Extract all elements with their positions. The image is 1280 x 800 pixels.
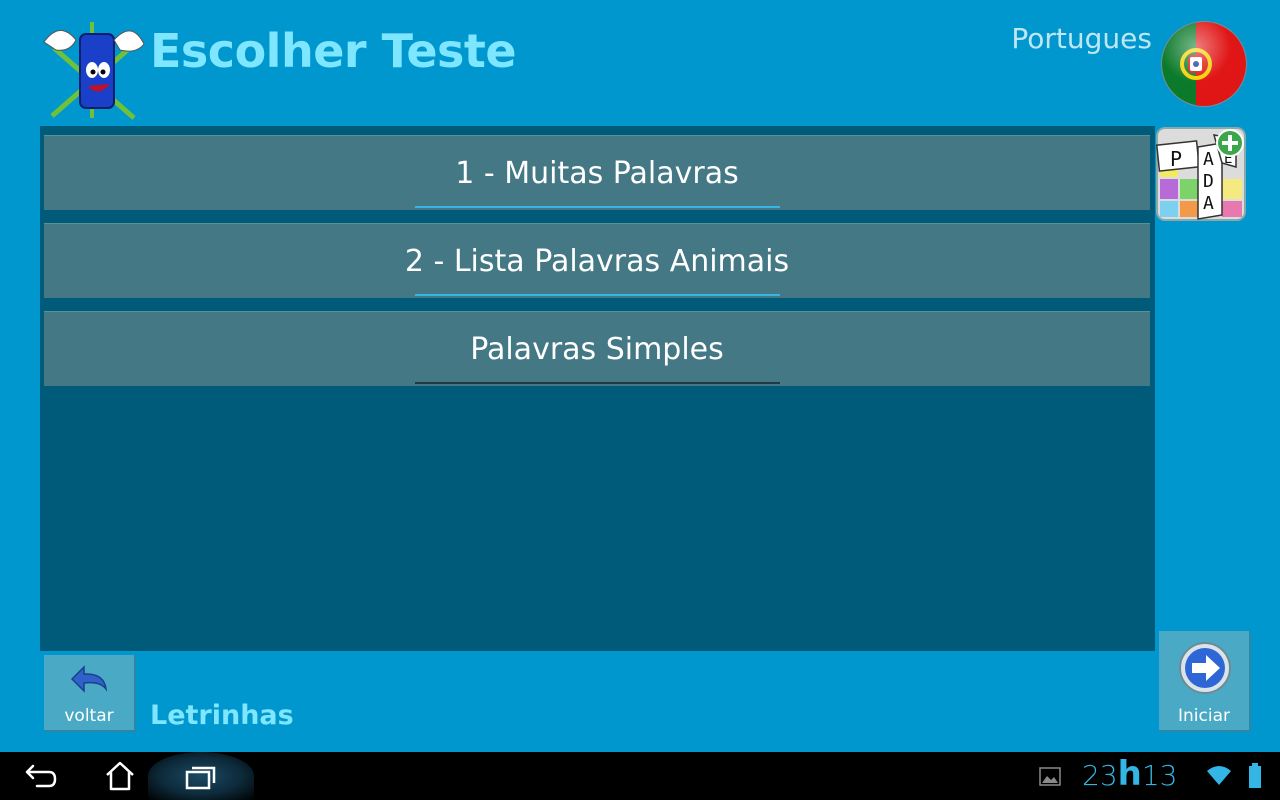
wifi-icon <box>1207 766 1231 785</box>
image-notification-icon[interactable] <box>1039 767 1061 787</box>
status-clock: 23h13 <box>1082 754 1178 794</box>
list-item-underline <box>415 206 780 208</box>
svg-text:P: P <box>1170 147 1182 171</box>
page-title: Escolher Teste <box>150 24 517 78</box>
svg-text:D: D <box>1203 171 1214 192</box>
clock-minute: 13 <box>1141 759 1178 792</box>
list-item-test-3[interactable]: Palavras Simples <box>44 311 1150 386</box>
app-screen: Escolher Teste Portugues 1 - Muitas Pala… <box>0 0 1280 752</box>
list-item-underline <box>415 294 780 296</box>
home-nav-icon[interactable] <box>95 758 145 794</box>
portugal-flag-icon[interactable] <box>1160 20 1248 108</box>
clock-hour: 23 <box>1082 759 1118 792</box>
word-puzzle-app-icon[interactable]: P A D A Z E <box>1156 127 1246 221</box>
language-label[interactable]: Portugues <box>1011 22 1152 55</box>
list-item-label: Palavras Simples <box>470 332 724 367</box>
app-name-label: Letrinhas <box>150 700 294 731</box>
list-item-test-1[interactable]: 1 - Muitas Palavras <box>44 135 1150 210</box>
clock-hour-separator: h <box>1117 754 1142 794</box>
list-item-label: 1 - Muitas Palavras <box>455 156 739 191</box>
svg-text:A: A <box>1203 149 1214 170</box>
back-nav-icon[interactable] <box>15 758 65 794</box>
mascot-icon <box>43 22 145 120</box>
list-item-test-2[interactable]: 2 - Lista Palavras Animais <box>44 223 1150 298</box>
start-button-label: Iniciar <box>1178 706 1230 726</box>
list-item-underline <box>415 382 780 384</box>
undo-arrow-icon <box>70 665 108 693</box>
back-button[interactable]: voltar <box>44 655 136 732</box>
test-list[interactable]: 1 - Muitas Palavras 2 - Lista Palavras A… <box>40 126 1155 651</box>
svg-text:A: A <box>1203 193 1214 214</box>
battery-icon <box>1249 763 1261 788</box>
recent-apps-icon[interactable] <box>176 758 226 794</box>
list-item-label: 2 - Lista Palavras Animais <box>404 244 790 279</box>
back-button-label: voltar <box>64 706 114 726</box>
start-button[interactable]: Iniciar <box>1159 631 1251 732</box>
forward-arrow-icon <box>1179 642 1231 694</box>
